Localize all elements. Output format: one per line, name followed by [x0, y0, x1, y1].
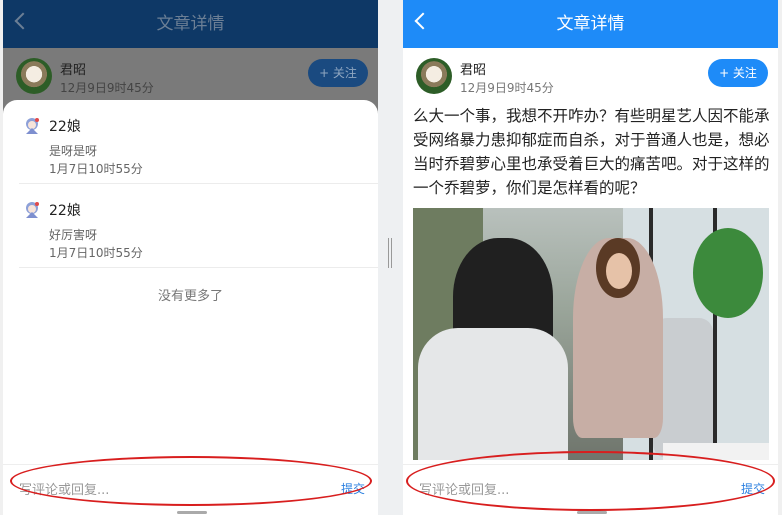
scrollbar[interactable]: [177, 511, 207, 514]
avatar[interactable]: [416, 58, 452, 94]
header-bar: 文章详情: [3, 0, 378, 48]
commenter-name[interactable]: 22娘: [49, 200, 81, 220]
divider: [19, 183, 378, 184]
article-image: [413, 208, 769, 460]
scrollbar[interactable]: [577, 511, 607, 514]
article-body: 么大一个事，我想不开咋办？有些明星艺人因不能承受网络暴力患抑郁症而自杀，对于普通…: [413, 107, 770, 197]
comment-item: 22娘 是呀是呀 1月7日10时55分: [3, 102, 378, 184]
anime-avatar-icon: [26, 202, 39, 218]
comment-time: 1月7日10时55分: [49, 246, 143, 260]
author-bar: 君昭 12月9日9时45分 + 关注: [3, 50, 378, 100]
no-more-label: 没有更多了: [157, 289, 223, 304]
back-arrow-icon[interactable]: [414, 12, 432, 30]
follow-button[interactable]: + 关注: [308, 59, 368, 87]
commenter-name[interactable]: 22娘: [49, 116, 81, 136]
comment-sheet: 22娘 是呀是呀 1月7日10时55分 22娘 好厉害呀 1月7日10时55分 …: [3, 100, 378, 515]
author-name[interactable]: 君昭: [60, 59, 86, 78]
comment-input-bar: 写评论或回复... 提交: [403, 464, 778, 515]
author-bar: 君昭 12月9日9时45分 + 关注: [403, 50, 778, 100]
left-phone-view: 文章详情 君昭 12月9日9时45分 + 关注 22娘 是呀是呀 1月7日10时…: [3, 0, 378, 515]
comment-text: 好厉害呀: [49, 228, 98, 242]
comment-input[interactable]: 写评论或回复...: [419, 479, 509, 498]
comment-input[interactable]: 写评论或回复...: [19, 479, 109, 498]
author-name[interactable]: 君昭: [460, 59, 486, 78]
anime-avatar-icon: [26, 118, 39, 134]
right-phone-view: 文章详情 君昭 12月9日9时45分 + 关注 么大一个事，我想不开咋办？有些明…: [403, 0, 778, 515]
divider: [19, 267, 378, 268]
comment-input-bar: 写评论或回复... 提交: [3, 464, 378, 515]
comment-item: 22娘 好厉害呀 1月7日10时55分: [3, 186, 378, 268]
submit-button[interactable]: 提交: [741, 480, 765, 497]
comment-text: 是呀是呀: [49, 144, 98, 158]
back-arrow-icon[interactable]: [14, 12, 32, 30]
follow-button[interactable]: + 关注: [708, 59, 768, 87]
header-bar: 文章详情: [403, 0, 778, 48]
comment-time: 1月7日10时55分: [49, 162, 143, 176]
post-time: 12月9日9时45分: [460, 81, 554, 95]
page-title: 文章详情: [556, 14, 625, 34]
post-time: 12月9日9时45分: [60, 81, 154, 95]
avatar[interactable]: [16, 58, 52, 94]
page-title: 文章详情: [156, 14, 225, 34]
drag-handle-icon[interactable]: [388, 238, 392, 268]
submit-button[interactable]: 提交: [341, 480, 365, 497]
